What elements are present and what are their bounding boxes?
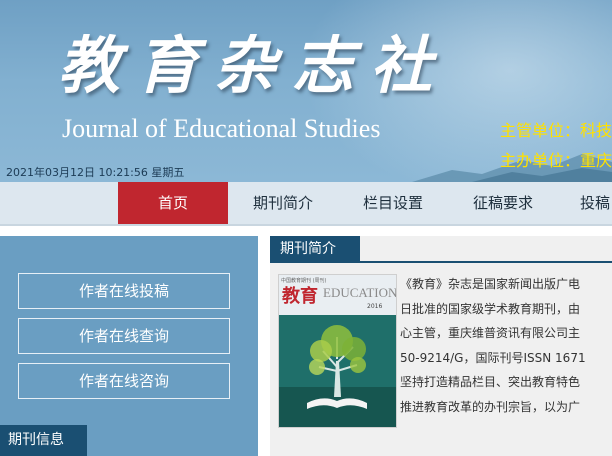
online-submission-button[interactable]: 作者在线投稿: [18, 273, 230, 309]
journal-cover-image[interactable]: 中国教育期刊 (周刊) 教育 EDUCATION 2016: [278, 274, 397, 428]
intro-line: 日批准的国家级学术教育期刊，由: [400, 301, 581, 316]
supervisor-unit: 主管单位：科技: [500, 121, 612, 140]
left-sidebar: 作者在线投稿 作者在线查询 作者在线咨询: [0, 236, 258, 456]
sponsor-unit: 主办单位：重庆: [500, 151, 612, 170]
journal-info-heading: 期刊信息: [0, 425, 87, 456]
nav-item-submit[interactable]: 投稿: [568, 182, 612, 224]
main-nav: 首页 期刊简介 栏目设置 征稿要求 投稿: [0, 182, 612, 226]
journal-english-title: Journal of Educational Studies: [62, 114, 381, 143]
nav-item-journal-intro[interactable]: 期刊简介: [238, 182, 328, 224]
cover-masthead-en: EDUCATION: [323, 285, 397, 300]
journal-intro-heading: 期刊简介: [270, 236, 360, 263]
journal-intro-panel: 期刊简介 中国教育期刊 (周刊) 教育 EDUCATION 2016 《教育》杂…: [270, 236, 612, 456]
intro-line: 心主管，重庆维普资讯有限公司主: [400, 326, 581, 340]
online-query-button[interactable]: 作者在线查询: [18, 318, 230, 354]
nav-item-columns[interactable]: 栏目设置: [348, 182, 438, 224]
intro-line: 50-9214/G，国际刊号ISSN 1671: [400, 350, 586, 365]
online-consult-button[interactable]: 作者在线咨询: [18, 363, 230, 399]
cover-year: 2016: [367, 303, 383, 310]
nav-item-home[interactable]: 首页: [118, 182, 228, 224]
nav-item-submission-requirements[interactable]: 征稿要求: [458, 182, 548, 224]
cover-masthead: 教育: [282, 286, 318, 307]
current-datetime: 2021年03月12日 10:21:56 星期五: [6, 166, 185, 179]
journal-intro-text: 《教育》杂志是国家新闻出版广电 日批准的国家级学术教育期刊，由 心主管，重庆维普…: [400, 272, 612, 419]
journal-chinese-title: 教育杂志社: [58, 29, 449, 102]
intro-line: 《教育》杂志是国家新闻出版广电: [400, 277, 581, 291]
intro-line: 推进教育改革的办刊宗旨，以为广: [400, 399, 581, 414]
site-header: 教育杂志社 Journal of Educational Studies 主管单…: [0, 0, 612, 182]
intro-line: 坚持打造精品栏目、突出教育特色: [400, 375, 581, 389]
